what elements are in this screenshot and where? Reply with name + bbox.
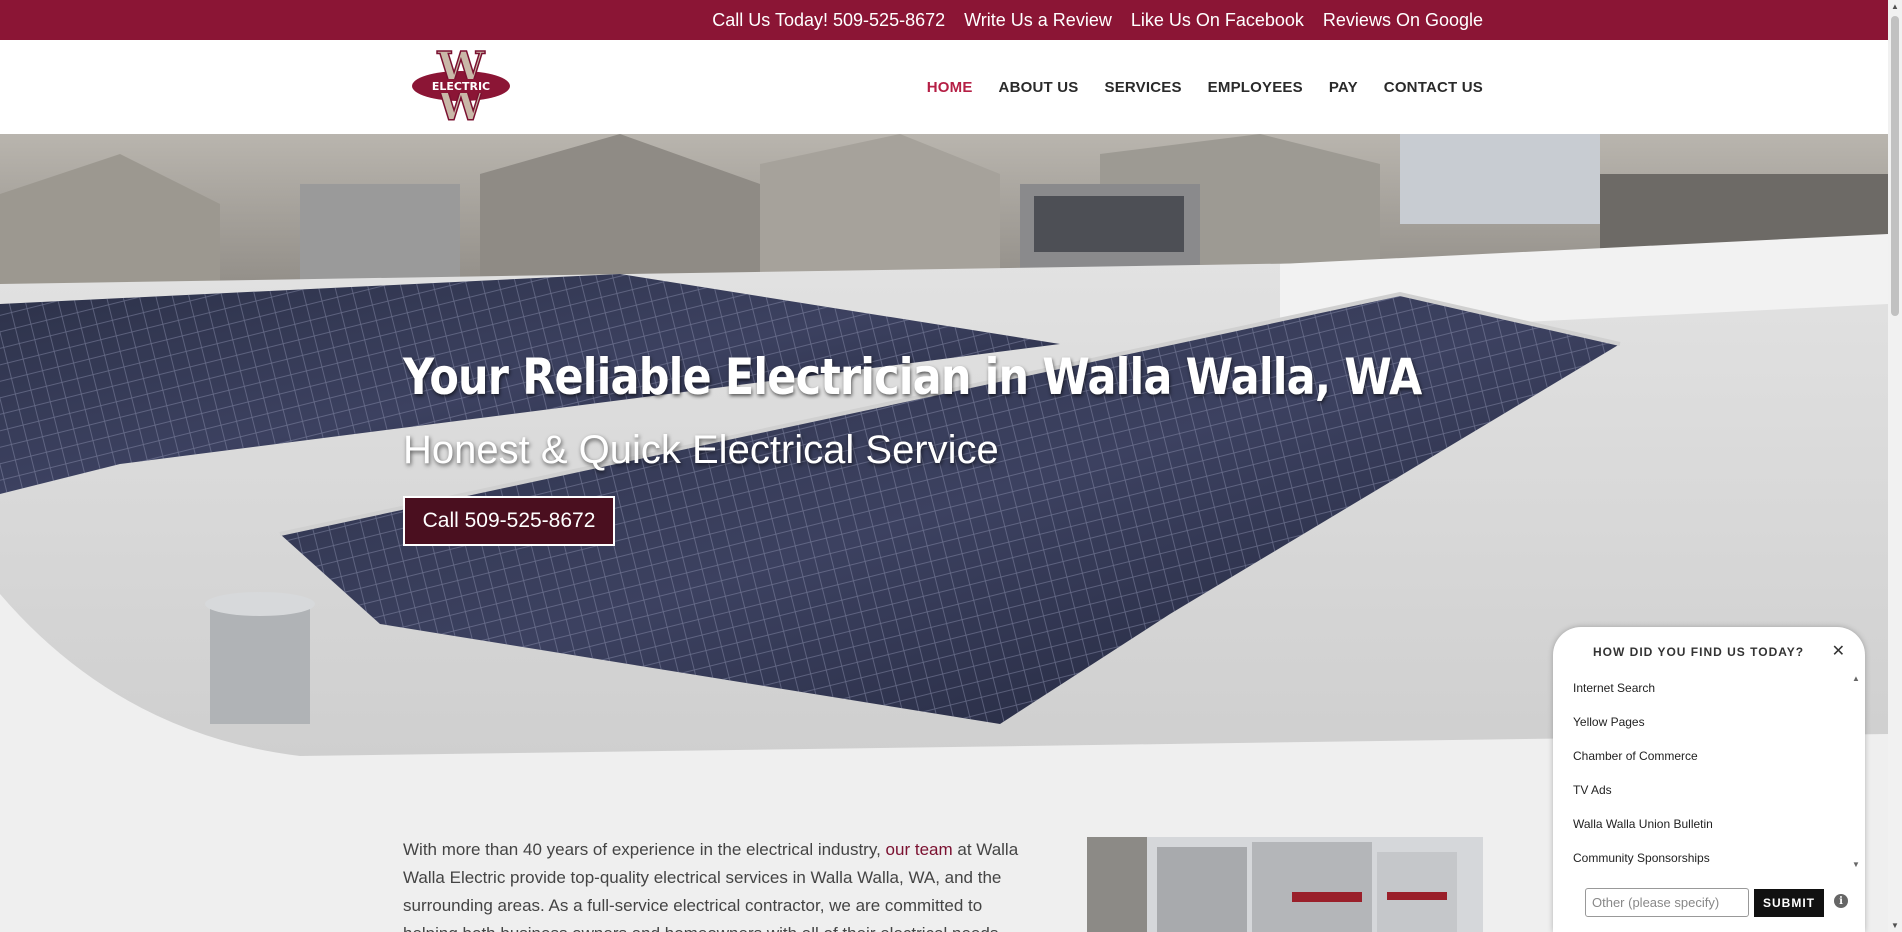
info-icon[interactable]: i — [1834, 894, 1848, 908]
survey-title: HOW DID YOU FIND US TODAY? — [1593, 645, 1805, 659]
survey-submit-button[interactable]: SUBMIT — [1754, 889, 1824, 917]
intro-text-start: With more than 40 years of experience in… — [403, 840, 881, 859]
main-nav: HOME ABOUT US SERVICES EMPLOYEES PAY CON… — [927, 40, 1483, 134]
scroll-up-icon[interactable]: ▲ — [1852, 674, 1860, 683]
scroll-down-icon[interactable]: ▼ — [1852, 860, 1860, 869]
survey-option-union-bulletin[interactable]: Walla Walla Union Bulletin — [1573, 807, 1843, 841]
intro-paragraph: With more than 40 years of experience in… — [403, 836, 1033, 932]
survey-option-chamber-of-commerce[interactable]: Chamber of Commerce — [1573, 739, 1843, 773]
write-review-link[interactable]: Write Us a Review — [964, 10, 1112, 31]
nav-home[interactable]: HOME — [927, 79, 973, 96]
facebook-link[interactable]: Like Us On Facebook — [1131, 10, 1304, 31]
nav-pay[interactable]: PAY — [1329, 79, 1358, 96]
site-header: W W ELECTRIC HOME ABOUT US SERVICES EMPL… — [0, 40, 1888, 134]
page-scroll-down-icon[interactable]: ▼ — [1891, 921, 1899, 930]
site-logo[interactable]: W W ELECTRIC — [410, 48, 512, 124]
google-reviews-link[interactable]: Reviews On Google — [1323, 10, 1483, 31]
hero-title: Your Reliable Electrician in Walla Walla… — [403, 348, 1422, 406]
survey-other-input[interactable]: Other (please specify) — [1585, 888, 1749, 917]
nav-about-us[interactable]: ABOUT US — [999, 79, 1079, 96]
electrical-panel-photo — [1087, 837, 1483, 932]
close-icon[interactable]: ✕ — [1832, 641, 1845, 661]
survey-option-internet-search[interactable]: Internet Search — [1573, 671, 1843, 705]
hero-call-button[interactable]: Call 509-525-8672 — [403, 496, 615, 546]
survey-scrollbar[interactable]: ▲ ▼ — [1850, 674, 1862, 874]
survey-option-community-sponsorships[interactable]: Community Sponsorships — [1573, 841, 1843, 875]
top-bar-links: Call Us Today! 509-525-8672 Write Us a R… — [712, 0, 1483, 40]
page-scroll-thumb[interactable] — [1891, 16, 1899, 316]
top-bar: Call Us Today! 509-525-8672 Write Us a R… — [0, 0, 1888, 40]
page-scroll-up-icon[interactable]: ▲ — [1891, 2, 1899, 11]
survey-option-yellow-pages[interactable]: Yellow Pages — [1573, 705, 1843, 739]
survey-widget: HOW DID YOU FIND US TODAY? ✕ Internet Se… — [1553, 627, 1865, 932]
logo-text: ELECTRIC — [432, 80, 490, 93]
our-team-link[interactable]: our team — [886, 840, 953, 859]
nav-services[interactable]: SERVICES — [1104, 79, 1181, 96]
nav-contact-us[interactable]: CONTACT US — [1384, 79, 1483, 96]
hero-subtitle: Honest & Quick Electrical Service — [403, 428, 999, 472]
call-us-link[interactable]: Call Us Today! 509-525-8672 — [712, 10, 945, 31]
survey-option-tv-ads[interactable]: TV Ads — [1573, 773, 1843, 807]
survey-options: Internet Search Yellow Pages Chamber of … — [1573, 671, 1843, 875]
nav-employees[interactable]: EMPLOYEES — [1208, 79, 1303, 96]
page-scrollbar[interactable]: ▲ ▼ — [1888, 0, 1902, 932]
